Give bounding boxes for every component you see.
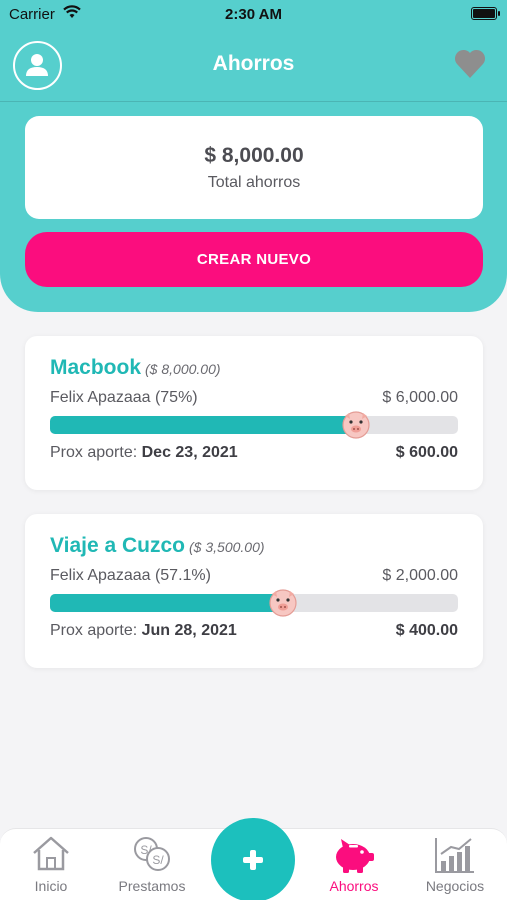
chart-icon (435, 838, 474, 873)
next-contribution-amount: $ 600.00 (395, 444, 458, 461)
total-savings-card: $ 8,000.00 Total ahorros (25, 116, 483, 219)
progress-bar (50, 589, 458, 617)
tab-label: Negocios (425, 878, 485, 894)
saving-goal: ($ 3,500.00) (189, 539, 265, 555)
page-title: Ahorros (212, 52, 295, 75)
battery-icon (471, 7, 500, 20)
progress-bar (50, 411, 458, 439)
svg-text:S/: S/ (152, 853, 164, 867)
tab-prestamos[interactable]: S/ S/ Prestamos (101, 829, 203, 900)
clock: 2:30 AM (225, 6, 282, 23)
navigation-bar: Ahorros (0, 38, 507, 102)
next-contribution-label: Prox aporte: (50, 622, 138, 639)
tab-negocios[interactable]: Negocios (404, 829, 506, 900)
saving-card-viaje-a-cuzco[interactable]: Viaje a Cuzco ($ 3,500.00) Felix Apazaaa … (25, 514, 483, 668)
saving-owner: Felix Apazaaa (75%) (50, 389, 198, 406)
saving-owner: Felix Apazaaa (57.1%) (50, 567, 211, 584)
heart-icon (454, 49, 486, 78)
progress-fill (50, 594, 283, 612)
coins-icon: S/ S/ (134, 837, 170, 871)
saving-amount: $ 6,000.00 (382, 389, 458, 406)
next-contribution-date: Dec 23, 2021 (141, 444, 238, 461)
next-contribution: Prox aporte: Dec 23, 2021 (50, 444, 238, 462)
home-icon (33, 836, 69, 871)
tab-label: Ahorros (329, 878, 379, 894)
saving-title: Viaje a Cuzco ($ 3,500.00) (50, 534, 265, 558)
profile-button[interactable] (13, 41, 62, 90)
saving-title: Macbook ($ 8,000.00) (50, 356, 221, 380)
saving-goal: ($ 8,000.00) (145, 361, 221, 377)
create-new-button[interactable]: CREAR NUEVO (25, 232, 483, 287)
saving-name: Viaje a Cuzco (50, 534, 186, 557)
tab-label: Inicio (34, 878, 68, 894)
favorites-button[interactable] (453, 48, 487, 80)
saving-amount: $ 2,000.00 (382, 567, 458, 584)
saving-card-macbook[interactable]: Macbook ($ 8,000.00) Felix Apazaaa (75%) … (25, 336, 483, 490)
pig-face-icon (342, 411, 370, 439)
next-contribution-amount: $ 400.00 (395, 622, 458, 639)
saving-name: Macbook (50, 356, 142, 379)
pig-face-icon (269, 589, 297, 617)
next-contribution-date: Jun 28, 2021 (141, 622, 237, 639)
user-icon (26, 54, 48, 76)
total-label: Total ahorros (207, 174, 301, 191)
add-button[interactable] (211, 818, 295, 900)
tab-inicio[interactable]: Inicio (0, 829, 102, 900)
next-contribution: Prox aporte: Jun 28, 2021 (50, 622, 237, 640)
progress-fill (50, 416, 356, 434)
total-amount: $ 8,000.00 (204, 144, 304, 167)
tab-label: Prestamos (118, 878, 186, 894)
piggy-bank-icon (336, 839, 374, 873)
status-bar: Carrier 2:30 AM (0, 0, 507, 30)
tab-ahorros[interactable]: Ahorros (303, 829, 405, 900)
next-contribution-label: Prox aporte: (50, 444, 138, 461)
